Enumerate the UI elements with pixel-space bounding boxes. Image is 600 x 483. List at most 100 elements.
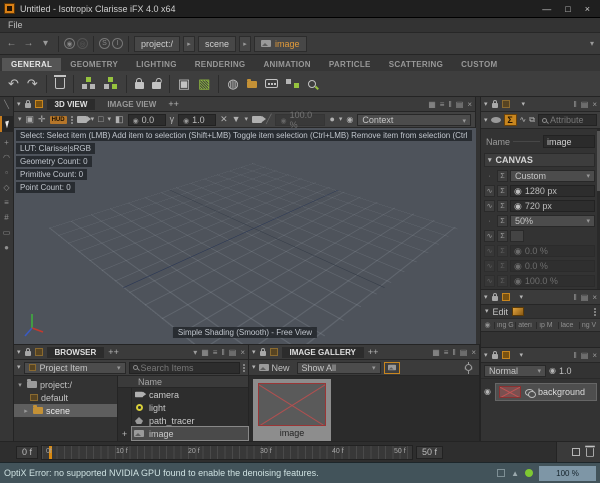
gallery-thumbnail-image[interactable]: image [253, 379, 331, 442]
tab-geometry[interactable]: GEOMETRY [61, 58, 127, 71]
minimize-button[interactable] [542, 4, 551, 14]
delete-icon[interactable] [55, 78, 65, 89]
tab-3d-view[interactable]: 3D VIEW [47, 99, 96, 110]
tab-lighting[interactable]: LIGHTING [127, 58, 186, 71]
layout-split-icon[interactable] [452, 348, 455, 357]
canvas-section-header[interactable]: CANVAS [484, 153, 595, 167]
tab-scattering[interactable]: SCATTERING [380, 58, 452, 71]
tab-animation[interactable]: ANIMATION [254, 58, 319, 71]
camera-tool-icon[interactable]: ● [4, 244, 9, 252]
expressions-toggle-icon[interactable]: Σ [504, 114, 517, 126]
viewport-canvas[interactable]: Select: Select item (LMB) Add item to se… [14, 128, 476, 344]
gallery-settings-icon[interactable] [465, 364, 472, 371]
layout-split-icon[interactable] [573, 100, 576, 109]
gamma-icon[interactable]: γ [170, 115, 175, 124]
panel-doc-icon[interactable] [270, 348, 278, 356]
panel-menu-icon[interactable] [484, 352, 488, 359]
forward-icon[interactable]: → [21, 36, 36, 51]
list-item-light[interactable]: light [118, 401, 248, 414]
height-field[interactable]: 720 px [510, 200, 595, 212]
column-clip-map[interactable]: ip M [536, 322, 557, 329]
maximize-button[interactable] [565, 4, 570, 14]
column-shading-group[interactable]: ing G [494, 322, 515, 329]
menu-file[interactable]: File [0, 20, 31, 30]
layout-rows-icon[interactable] [444, 348, 449, 357]
layout-grid-icon[interactable] [201, 348, 209, 357]
group-icon[interactable] [82, 77, 96, 90]
panel-lock-icon[interactable] [25, 351, 31, 356]
toolbar-menu-icon[interactable] [17, 364, 21, 371]
current-image-button[interactable] [384, 362, 400, 374]
chevron-down-icon[interactable] [193, 348, 197, 357]
redo-icon[interactable]: ↷ [27, 77, 38, 90]
layout-grid-icon[interactable] [428, 100, 436, 109]
gamma-field[interactable]: 1.0 [178, 114, 216, 126]
attribute-search-input[interactable]: Attribute [538, 114, 597, 126]
pivot-tool-icon[interactable]: ◇ [3, 184, 9, 192]
add-gallery-tab-icon[interactable]: + [368, 348, 379, 357]
chevron-down-icon[interactable] [522, 101, 526, 108]
tree-item-default[interactable]: default [14, 391, 117, 404]
panel-doc-icon[interactable] [502, 351, 510, 359]
item-filter-dropdown[interactable]: Project Item [24, 362, 126, 374]
panel-close-icon[interactable] [471, 348, 476, 357]
tab-image-view[interactable]: IMAGE VIEW [99, 99, 164, 110]
scene-scope-icon[interactable]: S [99, 38, 110, 49]
layer-row-background[interactable]: background [481, 382, 600, 402]
layout-rows-icon[interactable] [213, 348, 218, 357]
tree-expand-icon[interactable]: ▾ [16, 381, 24, 389]
save-view-icon[interactable]: ▣ [26, 115, 35, 124]
panel-doc-icon[interactable] [502, 293, 510, 301]
export-context-icon[interactable] [247, 81, 257, 88]
layout-split-icon[interactable] [573, 293, 576, 302]
gallery-filter-dropdown[interactable]: Show All [297, 362, 381, 374]
new-image-button[interactable]: New [272, 363, 290, 373]
panel-menu-icon[interactable] [484, 101, 488, 108]
exposure-icon[interactable]: ◧ [115, 115, 124, 124]
panel-close-icon[interactable] [592, 100, 597, 109]
delete-layer-icon[interactable] [586, 448, 594, 457]
tree-item-scene[interactable]: ▸ scene [14, 404, 117, 417]
layout-stack-icon[interactable] [581, 100, 589, 109]
tab-image-gallery[interactable]: IMAGE GALLERY [282, 347, 364, 358]
shading-dropdown-icon[interactable] [339, 116, 343, 123]
panel-menu-icon[interactable] [17, 349, 21, 356]
expression-cell-icon[interactable] [497, 200, 508, 212]
column-material[interactable]: ateri [515, 322, 536, 329]
panel-close-icon[interactable] [592, 351, 597, 360]
shading-ball-icon[interactable]: ● [329, 115, 334, 124]
panel-lock-icon[interactable] [492, 103, 498, 108]
layer-visibility-icon[interactable] [484, 388, 491, 396]
expression-cell-icon[interactable] [497, 185, 508, 197]
add-browser-tab-icon[interactable]: + [108, 348, 119, 357]
tree-expand-icon[interactable]: ▸ [22, 407, 30, 415]
measure-tool-icon[interactable]: ▭ [3, 229, 11, 237]
layout-stack-icon[interactable] [460, 348, 468, 357]
visibility-icon[interactable] [346, 116, 353, 124]
context-selector[interactable]: Context [357, 114, 471, 126]
more-options-icon[interactable] [71, 119, 73, 121]
filter-dropdown-icon[interactable] [245, 116, 249, 123]
curve-cell-icon[interactable] [484, 230, 495, 242]
back-icon[interactable]: ← [4, 36, 19, 51]
grid-tool-icon[interactable]: # [4, 214, 8, 222]
panel-close-icon[interactable] [240, 348, 245, 357]
path-dropdown-icon[interactable] [590, 39, 596, 48]
list-item-camera[interactable]: camera [118, 388, 248, 401]
panel-close-icon[interactable] [467, 100, 472, 109]
tab-rendering[interactable]: RENDERING [186, 58, 255, 71]
tab-particle[interactable]: PARTICLE [320, 58, 380, 71]
anim-cell[interactable]: · [484, 215, 495, 227]
panel-lock-icon[interactable] [492, 354, 498, 359]
panel-lock-icon[interactable] [25, 103, 31, 108]
add-view-tab-icon[interactable]: + [168, 100, 179, 109]
filter-icon[interactable]: ▼ [232, 115, 241, 124]
select-tool-icon[interactable] [0, 116, 14, 132]
expression-cell-icon[interactable] [497, 230, 508, 242]
list-item-image[interactable]: + image [118, 427, 248, 440]
name-input[interactable]: image [543, 135, 595, 148]
toolbar-menu-icon[interactable] [18, 116, 22, 123]
layer-opacity-value[interactable]: 1.0 [559, 366, 572, 376]
breadcrumb-scene[interactable]: scene [198, 36, 236, 52]
tools-icon[interactable]: ✕ [220, 115, 228, 124]
